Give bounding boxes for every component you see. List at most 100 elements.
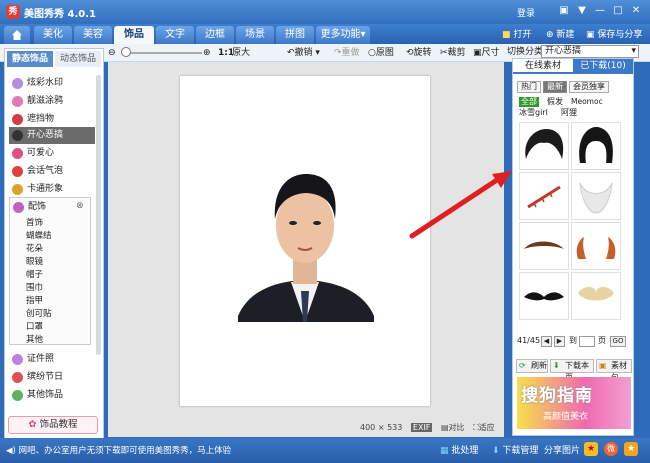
fit-button[interactable]: ⛶适应 (473, 423, 495, 432)
undo-button[interactable]: ↶撤销 ▾ (287, 46, 320, 60)
category-id-photo[interactable]: 证件照 (9, 351, 95, 368)
go-button[interactable]: GO (610, 336, 626, 347)
star-icon[interactable]: ★ (584, 442, 598, 456)
qzone-icon[interactable]: ★ (624, 442, 638, 456)
zoom-in-icon[interactable]: ⊕ (203, 46, 211, 60)
tab-collage[interactable]: 拼图 (276, 26, 314, 44)
category-colorful-watermark[interactable]: 炫彩水印 (9, 75, 95, 92)
save-share-button[interactable]: ▣ 保存与分享 (586, 28, 642, 42)
category-select[interactable]: 开心恶搞 ▾ (541, 45, 639, 58)
exif-badge[interactable]: EXIF (410, 423, 433, 432)
rotate-button[interactable]: ⟲旋转 (406, 46, 432, 60)
category-festival[interactable]: 缤纷节日 (9, 369, 95, 386)
tab-animated-accessories[interactable]: 动态饰品 (55, 51, 101, 67)
home-tab[interactable] (4, 26, 30, 44)
tag-ali[interactable]: 阿狸 (561, 108, 577, 118)
collapse-icon[interactable]: ⊗ (76, 201, 84, 211)
library-button[interactable]: ▣素材包 (596, 359, 632, 382)
filter-newest[interactable]: 最新 (543, 81, 567, 93)
download-manager-icon: ⬇ (492, 446, 500, 456)
tab-downloaded[interactable]: 已下载(10) (573, 59, 633, 74)
sub-item[interactable]: 帽子 (26, 268, 43, 282)
menu-icon[interactable]: ▼ (574, 4, 590, 18)
material-item-scar[interactable] (519, 172, 569, 220)
filter-hot[interactable]: 热门 (517, 81, 541, 93)
chat-icon[interactable]: ▣ (556, 4, 572, 18)
ad-banner[interactable]: 搜狗指南 高颜值美衣 (517, 377, 631, 429)
weibo-icon[interactable]: 微 (604, 442, 618, 456)
ad-headline: 搜狗指南 (521, 386, 593, 406)
category-label: 会话气泡 (27, 166, 64, 176)
crop-button[interactable]: ✂裁剪 (440, 46, 466, 60)
tutorial-button[interactable]: ✿ 饰品教程 (8, 416, 98, 434)
category-cartoon[interactable]: 卡通形象 (9, 181, 95, 198)
material-item-beard[interactable] (571, 172, 621, 220)
beard-icon (579, 182, 613, 214)
material-item-mustache[interactable] (519, 272, 569, 320)
tab-more[interactable]: 更多功能▾ (316, 26, 370, 44)
tab-static-accessories[interactable]: 静态饰品 (7, 51, 53, 67)
prev-page-button[interactable]: ◀ (541, 336, 552, 347)
tab-beauty[interactable]: 美容 (74, 26, 112, 44)
category-speech-bubble[interactable]: 会话气泡 (9, 163, 95, 180)
original-size-button[interactable]: 原大 (232, 46, 250, 60)
tag-ice-girl[interactable]: 冰雪girl (519, 108, 548, 118)
material-item-black-hair[interactable] (519, 122, 569, 170)
resize-button[interactable]: ▣尺寸 (473, 46, 500, 60)
image-width: 400 (360, 423, 376, 432)
category-accessories[interactable]: 配饰 (10, 199, 86, 216)
tab-text[interactable]: 文字 (156, 26, 194, 44)
tag-wig[interactable]: 假发 (547, 97, 563, 107)
minimize-icon[interactable]: — (592, 4, 608, 18)
tag-all[interactable]: 全部 (519, 97, 539, 107)
tag-meomoc[interactable]: Meomoc (571, 97, 603, 107)
downloads-button[interactable]: ⬇ 下载管理 (492, 443, 538, 456)
tab-frame[interactable]: 边框 (196, 26, 234, 44)
category-other[interactable]: 其他饰品 (9, 387, 95, 404)
sub-item[interactable]: 首饰 (26, 216, 43, 230)
sub-item[interactable]: 其他 (26, 333, 43, 345)
restore-icon[interactable]: □ (610, 4, 626, 18)
category-graffiti[interactable]: 靓滋涂鸦 (9, 93, 95, 110)
sub-item[interactable]: 围巾 (26, 281, 43, 295)
status-message[interactable]: ◀) 网吧、办公室用户无须下载即可使用美图秀秀，马上体验 (6, 444, 231, 456)
open-button[interactable]: ■ 打开 (502, 28, 531, 42)
sub-item[interactable]: 花朵 (26, 242, 43, 256)
sub-item[interactable]: 蝴蝶结 (26, 229, 52, 243)
tab-beautify[interactable]: 美化 (34, 26, 72, 44)
category-cute-heart[interactable]: 可爱心 (9, 145, 95, 162)
category-cover[interactable]: 遮挡物 (9, 111, 95, 128)
sub-item[interactable]: 眼镜 (26, 255, 43, 269)
category-funny[interactable]: 开心恶搞 (9, 127, 95, 144)
login-link[interactable]: 登录 (517, 6, 535, 19)
page-label: 页 (598, 336, 606, 345)
material-item-horns[interactable] (571, 222, 621, 270)
page-input[interactable] (579, 336, 595, 347)
zoom-slider-track[interactable] (122, 52, 202, 54)
tab-accessories[interactable]: 饰品 (114, 26, 154, 44)
tab-online-materials[interactable]: 在线素材 (513, 59, 573, 74)
new-button[interactable]: ⊕ 新建 (546, 28, 574, 42)
photo-canvas[interactable] (180, 76, 430, 406)
redo-button[interactable]: ↷重做 (334, 46, 360, 60)
original-button[interactable]: ○原图 (368, 46, 394, 60)
left-panel-scrollbar[interactable] (96, 75, 101, 355)
sub-item[interactable]: 创可贴 (26, 307, 52, 321)
material-item-eyebrows[interactable] (519, 222, 569, 270)
material-item-bob-hair[interactable] (571, 122, 621, 170)
material-item-blonde-mustache[interactable] (571, 272, 621, 320)
filter-member[interactable]: 会员独享 (569, 81, 609, 93)
zoom-slider-handle[interactable] (121, 47, 131, 57)
sub-item[interactable]: 口罩 (26, 320, 43, 334)
tab-scene[interactable]: 场景 (236, 26, 274, 44)
refresh-button[interactable]: ⟳ 刷新 (516, 359, 548, 373)
compare-button[interactable]: ▤对比 (441, 423, 465, 432)
zoom-out-icon[interactable]: ⊖ (108, 46, 116, 60)
share-image-button[interactable]: 分享图片 (544, 443, 580, 456)
download-page-button[interactable]: ⬇下载本页 (550, 359, 594, 382)
close-icon[interactable]: ✕ (628, 4, 644, 18)
category-label: 靓滋涂鸦 (27, 96, 64, 106)
next-page-button[interactable]: ▶ (554, 336, 565, 347)
sub-item[interactable]: 指甲 (26, 294, 43, 308)
batch-button[interactable]: ▦ 批处理 (440, 443, 478, 456)
